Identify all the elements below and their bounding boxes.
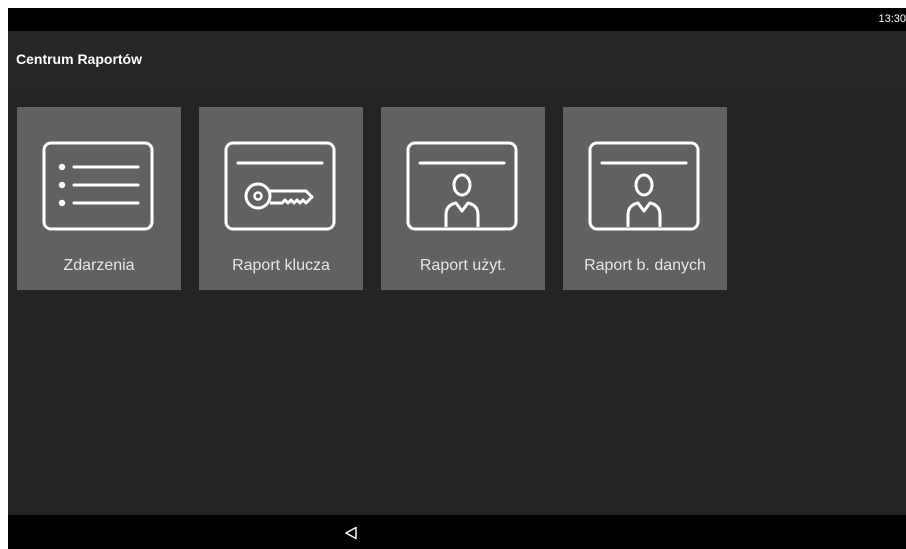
tile-raport-klucza[interactable]: Raport klucza <box>199 107 363 290</box>
list-icon <box>42 141 154 231</box>
tile-label: Raport użyt. <box>419 257 507 274</box>
status-bar: 13:30 <box>8 8 906 31</box>
screen: 13:30 Centrum Raportów Zdarzenia Raport … <box>8 8 906 549</box>
report-tiles-grid: Zdarzenia Raport klucza Raport użyt. Rap… <box>8 87 906 515</box>
tile-raport-b-danych[interactable]: Raport b. danych <box>563 107 727 290</box>
user-card-icon <box>588 141 700 231</box>
tile-zdarzenia[interactable]: Zdarzenia <box>17 107 181 290</box>
tile-label: Raport klucza <box>232 257 330 274</box>
page-title: Centrum Raportów <box>16 51 142 67</box>
tile-label: Zdarzenia <box>63 257 135 274</box>
key-card-icon <box>224 141 336 231</box>
app-bar: Centrum Raportów <box>8 31 906 87</box>
user-card-icon <box>406 141 518 231</box>
tile-raport-uzyt[interactable]: Raport użyt. <box>381 107 545 290</box>
tile-label: Raport b. danych <box>584 257 706 274</box>
status-time: 13:30 <box>878 13 906 25</box>
navigation-bar <box>8 515 906 549</box>
back-triangle-icon[interactable] <box>344 526 358 540</box>
